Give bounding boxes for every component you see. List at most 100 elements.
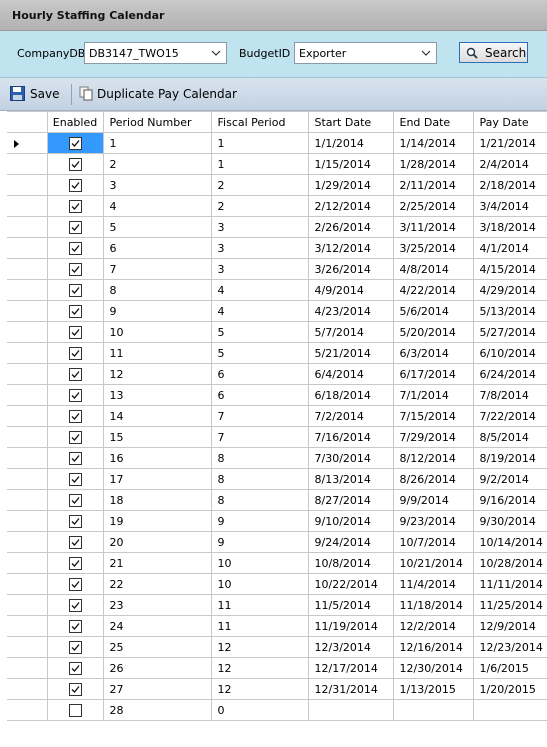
end-date-cell[interactable]: 10/21/2014 bbox=[392, 552, 474, 574]
fiscal-period-cell[interactable]: 8 bbox=[210, 468, 309, 490]
end-date-cell[interactable]: 8/12/2014 bbox=[392, 447, 474, 469]
search-button[interactable]: Search bbox=[459, 42, 528, 63]
table-row[interactable]: 9 4 4/23/2014 5/6/2014 5/13/2014 bbox=[7, 300, 547, 322]
period-number-cell[interactable]: 5 bbox=[102, 216, 212, 238]
table-row[interactable]: 3 2 1/29/2014 2/11/2014 2/18/2014 bbox=[7, 174, 547, 196]
table-row[interactable]: 27 12 12/31/2014 1/13/2015 1/20/2015 bbox=[7, 678, 547, 700]
period-number-cell[interactable]: 4 bbox=[102, 195, 212, 217]
enabled-checkbox[interactable] bbox=[68, 367, 82, 381]
enabled-checkbox[interactable] bbox=[68, 640, 82, 654]
table-row[interactable]: 11 5 5/21/2014 6/3/2014 6/10/2014 bbox=[7, 342, 547, 364]
column-header-pay-date[interactable]: Pay Date bbox=[472, 111, 547, 133]
row-indicator[interactable] bbox=[7, 531, 48, 553]
enabled-checkbox[interactable] bbox=[68, 451, 82, 465]
pay-date-cell[interactable]: 7/8/2014 bbox=[472, 384, 547, 406]
end-date-cell[interactable]: 9/23/2014 bbox=[392, 510, 474, 532]
start-date-cell[interactable]: 1/15/2014 bbox=[307, 153, 394, 175]
fiscal-period-cell[interactable]: 3 bbox=[210, 258, 309, 280]
pay-date-cell[interactable]: 3/18/2014 bbox=[472, 216, 547, 238]
end-date-cell[interactable]: 5/20/2014 bbox=[392, 321, 474, 343]
fiscal-period-cell[interactable]: 11 bbox=[210, 615, 309, 637]
enabled-checkbox[interactable] bbox=[68, 220, 82, 234]
start-date-cell[interactable]: 1/1/2014 bbox=[307, 132, 394, 154]
table-row[interactable]: 7 3 3/26/2014 4/8/2014 4/15/2014 bbox=[7, 258, 547, 280]
end-date-cell[interactable]: 12/2/2014 bbox=[392, 615, 474, 637]
end-date-cell[interactable]: 12/16/2014 bbox=[392, 636, 474, 658]
row-indicator[interactable] bbox=[7, 573, 48, 595]
table-row[interactable]: 4 2 2/12/2014 2/25/2014 3/4/2014 bbox=[7, 195, 547, 217]
row-indicator[interactable] bbox=[7, 447, 48, 469]
period-number-cell[interactable]: 22 bbox=[102, 573, 212, 595]
enabled-checkbox[interactable] bbox=[68, 598, 82, 612]
table-row[interactable]: 24 11 11/19/2014 12/2/2014 12/9/2014 bbox=[7, 615, 547, 637]
enabled-checkbox[interactable] bbox=[68, 199, 82, 213]
end-date-cell[interactable]: 12/30/2014 bbox=[392, 657, 474, 679]
row-indicator[interactable] bbox=[7, 405, 48, 427]
table-row[interactable]: 5 3 2/26/2014 3/11/2014 3/18/2014 bbox=[7, 216, 547, 238]
enabled-checkbox[interactable] bbox=[68, 430, 82, 444]
enabled-checkbox[interactable] bbox=[68, 325, 82, 339]
table-row[interactable]: 22 10 10/22/2014 11/4/2014 11/11/2014 bbox=[7, 573, 547, 595]
fiscal-period-cell[interactable]: 5 bbox=[210, 321, 309, 343]
end-date-cell[interactable] bbox=[392, 699, 474, 721]
period-number-cell[interactable]: 17 bbox=[102, 468, 212, 490]
pay-date-cell[interactable]: 9/16/2014 bbox=[472, 489, 547, 511]
end-date-cell[interactable]: 7/15/2014 bbox=[392, 405, 474, 427]
table-row[interactable]: 23 11 11/5/2014 11/18/2014 11/25/2014 bbox=[7, 594, 547, 616]
row-indicator[interactable] bbox=[7, 510, 48, 532]
table-row[interactable]: 10 5 5/7/2014 5/20/2014 5/27/2014 bbox=[7, 321, 547, 343]
enabled-checkbox[interactable] bbox=[68, 577, 82, 591]
start-date-cell[interactable]: 7/30/2014 bbox=[307, 447, 394, 469]
fiscal-period-cell[interactable]: 11 bbox=[210, 594, 309, 616]
row-indicator[interactable] bbox=[7, 678, 48, 700]
enabled-checkbox[interactable] bbox=[68, 556, 82, 570]
row-indicator[interactable] bbox=[7, 174, 48, 196]
period-number-cell[interactable]: 21 bbox=[102, 552, 212, 574]
end-date-cell[interactable]: 1/28/2014 bbox=[392, 153, 474, 175]
enabled-checkbox[interactable] bbox=[68, 682, 82, 696]
period-number-cell[interactable]: 7 bbox=[102, 258, 212, 280]
end-date-cell[interactable]: 2/11/2014 bbox=[392, 174, 474, 196]
fiscal-period-cell[interactable]: 3 bbox=[210, 237, 309, 259]
end-date-cell[interactable]: 7/29/2014 bbox=[392, 426, 474, 448]
table-row[interactable]: 8 4 4/9/2014 4/22/2014 4/29/2014 bbox=[7, 279, 547, 301]
pay-date-cell[interactable]: 10/14/2014 bbox=[472, 531, 547, 553]
start-date-cell[interactable]: 8/27/2014 bbox=[307, 489, 394, 511]
table-row[interactable]: 14 7 7/2/2014 7/15/2014 7/22/2014 bbox=[7, 405, 547, 427]
pay-date-cell[interactable] bbox=[472, 699, 547, 721]
pay-date-cell[interactable]: 6/10/2014 bbox=[472, 342, 547, 364]
start-date-cell[interactable]: 8/13/2014 bbox=[307, 468, 394, 490]
fiscal-period-cell[interactable]: 1 bbox=[210, 153, 309, 175]
start-date-cell[interactable]: 10/22/2014 bbox=[307, 573, 394, 595]
start-date-cell[interactable]: 2/26/2014 bbox=[307, 216, 394, 238]
table-row[interactable]: 12 6 6/4/2014 6/17/2014 6/24/2014 bbox=[7, 363, 547, 385]
enabled-checkbox[interactable] bbox=[68, 703, 82, 717]
period-number-cell[interactable]: 25 bbox=[102, 636, 212, 658]
save-button[interactable]: Save bbox=[10, 86, 59, 101]
start-date-cell[interactable]: 3/12/2014 bbox=[307, 237, 394, 259]
pay-date-cell[interactable]: 12/23/2014 bbox=[472, 636, 547, 658]
fiscal-period-cell[interactable]: 12 bbox=[210, 636, 309, 658]
budget-select[interactable]: Exporter bbox=[294, 42, 437, 64]
enabled-checkbox[interactable] bbox=[68, 178, 82, 192]
row-indicator[interactable] bbox=[7, 657, 48, 679]
start-date-cell[interactable]: 6/4/2014 bbox=[307, 363, 394, 385]
table-row[interactable]: 18 8 8/27/2014 9/9/2014 9/16/2014 bbox=[7, 489, 547, 511]
pay-date-cell[interactable]: 1/20/2015 bbox=[472, 678, 547, 700]
row-indicator[interactable] bbox=[7, 237, 48, 259]
fiscal-period-cell[interactable]: 4 bbox=[210, 300, 309, 322]
table-row[interactable]: 19 9 9/10/2014 9/23/2014 9/30/2014 bbox=[7, 510, 547, 532]
fiscal-period-cell[interactable]: 9 bbox=[210, 510, 309, 532]
row-indicator[interactable] bbox=[7, 552, 48, 574]
fiscal-period-cell[interactable]: 6 bbox=[210, 363, 309, 385]
pay-date-cell[interactable]: 11/25/2014 bbox=[472, 594, 547, 616]
table-row[interactable]: 28 0 bbox=[7, 699, 547, 721]
end-date-cell[interactable]: 3/11/2014 bbox=[392, 216, 474, 238]
fiscal-period-cell[interactable]: 1 bbox=[210, 132, 309, 154]
period-number-cell[interactable]: 27 bbox=[102, 678, 212, 700]
pay-date-cell[interactable]: 4/15/2014 bbox=[472, 258, 547, 280]
enabled-checkbox[interactable] bbox=[68, 535, 82, 549]
period-number-cell[interactable]: 18 bbox=[102, 489, 212, 511]
period-number-cell[interactable]: 6 bbox=[102, 237, 212, 259]
start-date-cell[interactable]: 4/9/2014 bbox=[307, 279, 394, 301]
